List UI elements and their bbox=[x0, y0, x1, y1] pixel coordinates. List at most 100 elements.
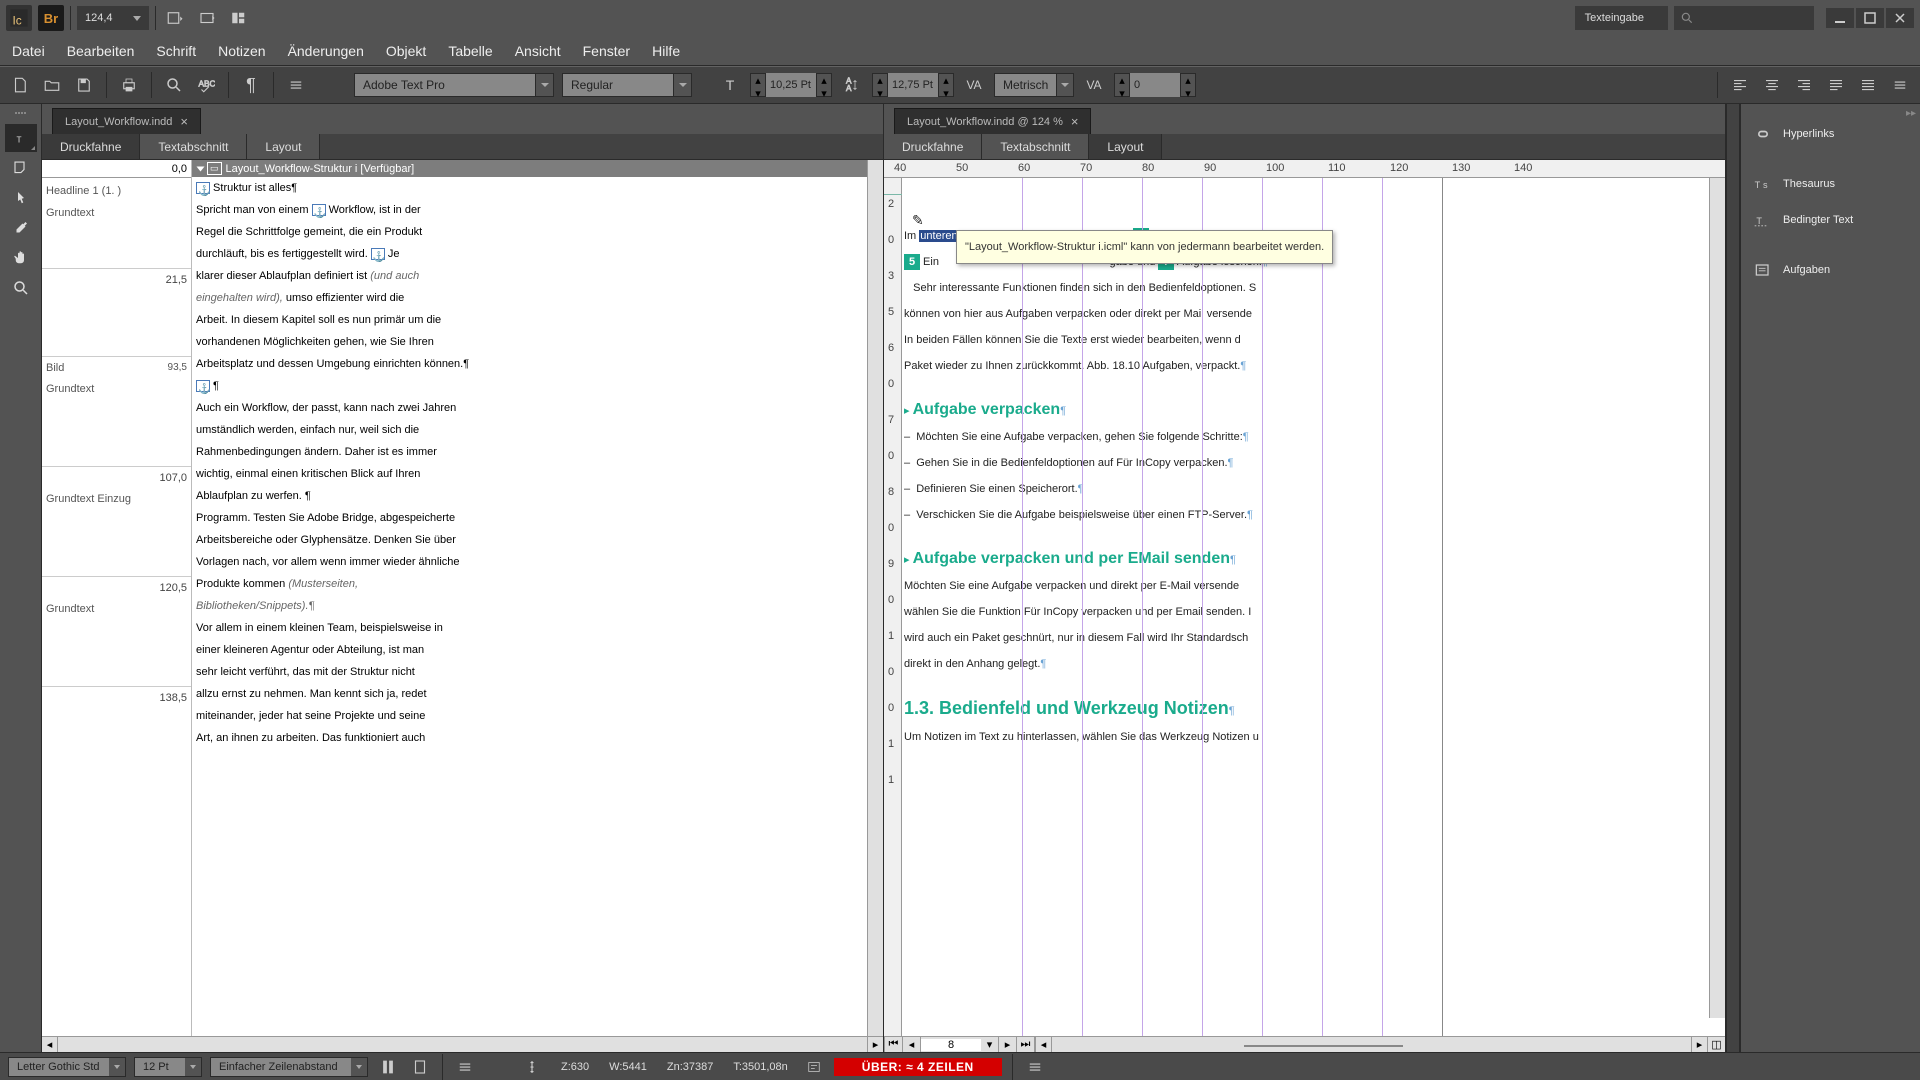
close-button[interactable] bbox=[1886, 8, 1914, 28]
leading-field[interactable]: ▴▾12,75 Pt▴▾ bbox=[872, 73, 954, 97]
align-justify-all-icon[interactable] bbox=[1856, 73, 1880, 97]
view-druckfahne-1[interactable]: Druckfahne bbox=[42, 134, 140, 159]
minimize-button[interactable] bbox=[1826, 8, 1854, 28]
view-textabschnitt-1[interactable]: Textabschnitt bbox=[140, 134, 247, 159]
align-right-icon[interactable] bbox=[1792, 73, 1816, 97]
panel-conditional-text[interactable]: T Bedingter Text bbox=[1741, 202, 1920, 238]
svg-text:Ic: Ic bbox=[13, 13, 22, 27]
close-tab-2-icon[interactable]: × bbox=[1071, 114, 1079, 129]
page-navigator[interactable]: ⏮ ◂ 8 ▾ ▸ ⏭ bbox=[884, 1036, 1036, 1054]
menu-bearbeiten[interactable]: Bearbeiten bbox=[67, 43, 135, 59]
save-icon[interactable] bbox=[72, 73, 96, 97]
close-tab-icon[interactable]: × bbox=[180, 114, 188, 129]
doc-tab-1[interactable]: Layout_Workflow.indd× bbox=[52, 108, 201, 134]
find-icon[interactable] bbox=[162, 73, 186, 97]
svg-text:s: s bbox=[1763, 180, 1768, 190]
new-icon[interactable] bbox=[8, 73, 32, 97]
kerning-icon: VA bbox=[962, 73, 986, 97]
doc-tab-2[interactable]: Layout_Workflow.indd @ 124 %× bbox=[894, 108, 1091, 134]
font-size-field[interactable]: ▴▾10,25 Pt▴▾ bbox=[750, 73, 832, 97]
pilcrow-icon[interactable]: ¶ bbox=[239, 73, 263, 97]
view-druckfahne-2[interactable]: Druckfahne bbox=[884, 134, 982, 159]
panel-thesaurus[interactable]: Ts Thesaurus bbox=[1741, 166, 1920, 202]
help-search[interactable] bbox=[1674, 6, 1814, 30]
column-icon[interactable] bbox=[376, 1055, 400, 1079]
layout-text[interactable]: ✎ Im unteren Bereich finden Sie die Symb… bbox=[902, 178, 1709, 1036]
flyout-2-icon[interactable] bbox=[1888, 73, 1912, 97]
story-text[interactable]: Struktur ist alles¶Spricht man von einem… bbox=[192, 177, 867, 749]
print-icon[interactable] bbox=[117, 73, 141, 97]
bridge-icon[interactable]: Br bbox=[38, 5, 64, 31]
spellcheck-icon[interactable]: ABC bbox=[194, 73, 218, 97]
galley-size-select[interactable]: 12 Pt bbox=[134, 1057, 202, 1077]
menu-tabelle[interactable]: Tabelle bbox=[448, 43, 492, 59]
status-t: T:3501,08n bbox=[727, 1061, 793, 1073]
kerning-select[interactable]: Metrisch bbox=[994, 73, 1074, 97]
type-tool[interactable]: T bbox=[5, 124, 37, 152]
view-options-icon[interactable] bbox=[162, 5, 188, 31]
last-page-icon[interactable]: ⏭ bbox=[1017, 1037, 1035, 1053]
svg-text:T: T bbox=[1755, 180, 1761, 190]
menu-objekt[interactable]: Objekt bbox=[386, 43, 426, 59]
assignment-tooltip: "Layout_Workflow-Struktur i.icml" kann v… bbox=[956, 230, 1333, 264]
align-left-icon[interactable] bbox=[1728, 73, 1752, 97]
vscroll-2[interactable] bbox=[1709, 178, 1725, 1018]
galley-spacing-select[interactable]: Einfacher Zeilenabstand bbox=[210, 1057, 368, 1077]
svg-text:T: T bbox=[16, 136, 21, 145]
menu-notizen[interactable]: Notizen bbox=[218, 43, 265, 59]
zoom-tool[interactable] bbox=[5, 274, 37, 302]
menu-fenster[interactable]: Fenster bbox=[583, 43, 630, 59]
page-icon[interactable] bbox=[408, 1055, 432, 1079]
main-menu: Datei Bearbeiten Schrift Notizen Änderun… bbox=[0, 36, 1920, 66]
status-zn: Zn:37387 bbox=[661, 1061, 719, 1073]
prev-page-icon[interactable]: ◂ bbox=[903, 1037, 921, 1053]
workspace-select[interactable]: Texteingabe bbox=[1575, 6, 1668, 30]
menu-hilfe[interactable]: Hilfe bbox=[652, 43, 680, 59]
align-center-icon[interactable] bbox=[1760, 73, 1784, 97]
view-layout-1[interactable]: Layout bbox=[247, 134, 320, 159]
copyfit-icon[interactable] bbox=[802, 1055, 826, 1079]
status-w: W:5441 bbox=[603, 1061, 653, 1073]
depth-ruler-icon[interactable] bbox=[523, 1055, 547, 1079]
hscroll-2[interactable]: ⏮ ◂ 8 ▾ ▸ ⏭ ◂ ▸ ◫ bbox=[884, 1036, 1725, 1052]
eyedropper-tool[interactable] bbox=[5, 214, 37, 242]
note-tool[interactable] bbox=[5, 154, 37, 182]
arrange-docs-icon[interactable] bbox=[226, 5, 252, 31]
tracking-field[interactable]: ▴▾0▴▾ bbox=[1114, 73, 1196, 97]
bottom-flyout-icon[interactable] bbox=[1023, 1055, 1047, 1079]
align-justify-icon[interactable] bbox=[1824, 73, 1848, 97]
font-size-icon: T bbox=[718, 73, 742, 97]
ruler-horizontal: 405060708090100110120130140 bbox=[884, 160, 1725, 178]
flyout-icon[interactable] bbox=[284, 73, 308, 97]
incopy-app-icon: Ic bbox=[6, 5, 32, 31]
menu-schrift[interactable]: Schrift bbox=[156, 43, 196, 59]
hscroll-1[interactable]: ◂ ▸ bbox=[42, 1036, 883, 1052]
view-textabschnitt-2[interactable]: Textabschnitt bbox=[982, 134, 1089, 159]
open-icon[interactable] bbox=[40, 73, 64, 97]
panel-hyperlinks[interactable]: Hyperlinks bbox=[1741, 116, 1920, 152]
story-banner[interactable]: ▭Layout_Workflow-Struktur i [Verfügbar] bbox=[192, 160, 867, 177]
menu-datei[interactable]: Datei bbox=[12, 43, 45, 59]
panel-assignments[interactable]: Aufgaben bbox=[1741, 252, 1920, 288]
zoom-level-select[interactable]: 124,4 bbox=[77, 6, 149, 30]
first-page-icon[interactable]: ⏮ bbox=[885, 1037, 903, 1053]
menu-aenderungen[interactable]: Änderungen bbox=[288, 43, 364, 59]
vscroll-1[interactable] bbox=[867, 160, 883, 1036]
screen-mode-icon[interactable] bbox=[194, 5, 220, 31]
leading-icon: AA bbox=[840, 73, 864, 97]
split-view-icon[interactable]: ◫ bbox=[1707, 1037, 1725, 1052]
hand-tool[interactable] bbox=[5, 244, 37, 272]
maximize-button[interactable] bbox=[1856, 8, 1884, 28]
panel-collapse-strip[interactable] bbox=[1726, 104, 1740, 1052]
svg-text:T: T bbox=[1756, 216, 1762, 226]
svg-text:ABC: ABC bbox=[199, 80, 216, 89]
stats-flyout-icon[interactable] bbox=[453, 1055, 477, 1079]
galley-font-select[interactable]: Letter Gothic Std bbox=[8, 1057, 126, 1077]
font-family-select[interactable]: Adobe Text Pro bbox=[354, 73, 554, 97]
next-page-icon[interactable]: ▸ bbox=[999, 1037, 1017, 1053]
checkout-icon[interactable]: ✎ bbox=[912, 208, 924, 232]
menu-ansicht[interactable]: Ansicht bbox=[515, 43, 561, 59]
view-layout-2[interactable]: Layout bbox=[1089, 134, 1162, 159]
position-tool[interactable] bbox=[5, 184, 37, 212]
font-style-select[interactable]: Regular bbox=[562, 73, 692, 97]
